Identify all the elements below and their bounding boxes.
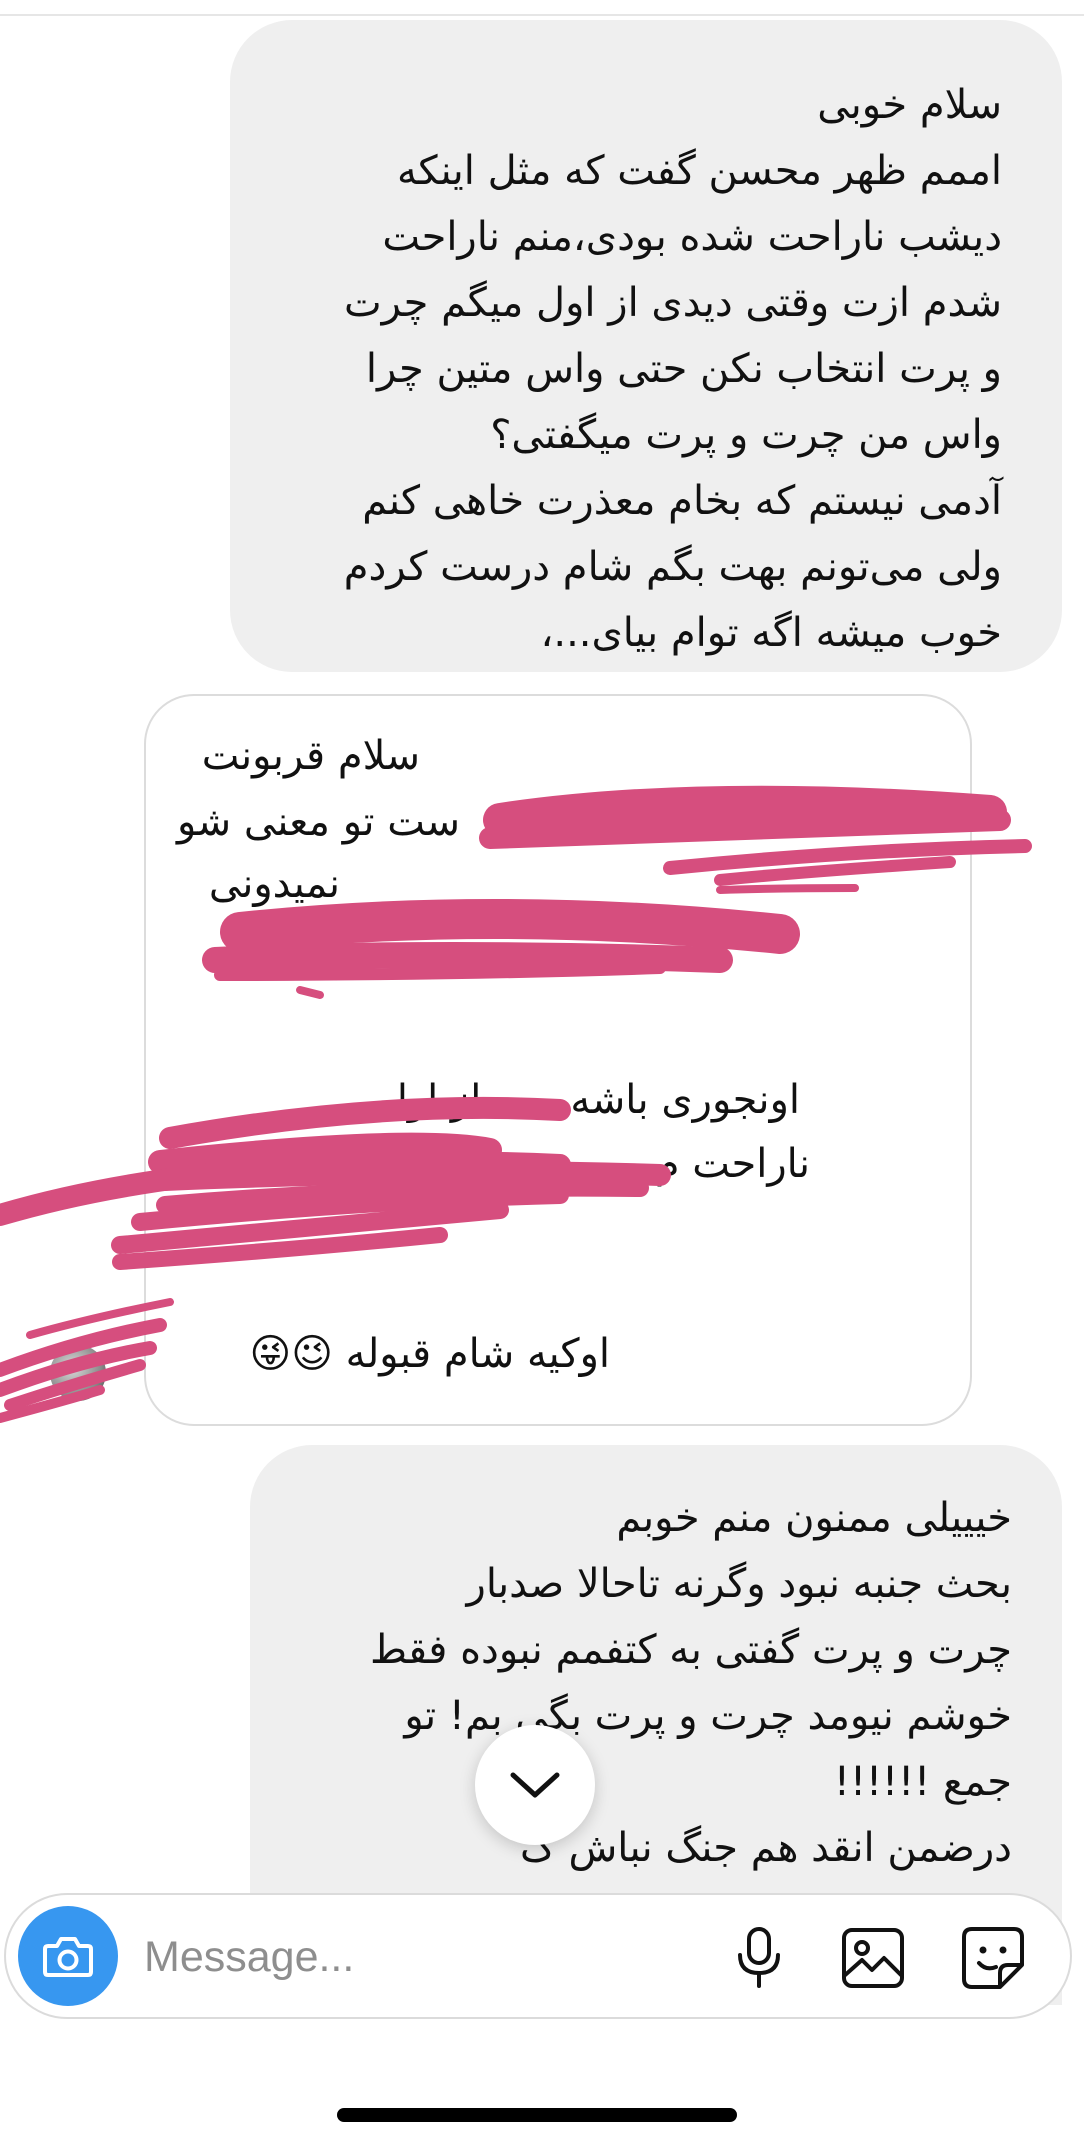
message-line: نمیدونی (208, 861, 340, 907)
message-line: سلام خوبی (817, 82, 1002, 128)
message-line: لوه (286, 925, 340, 971)
message-line: شدم ازت وقتی دیدی از اول میگم چرت (343, 280, 1002, 326)
message-line: ست تو معنی شو (176, 799, 460, 845)
message-line: واس من چرت و پرت میگفتی؟ (490, 412, 1002, 458)
top-divider (0, 14, 1084, 16)
camera-button[interactable] (18, 1906, 118, 2006)
gallery-icon (842, 1928, 904, 1988)
message-3-text: خیییلی ممنون منم خوبم بحث جنبه نبود وگرن… (272, 1485, 1012, 1881)
message-line: اونجوری باشه ..... از اول (378, 1077, 800, 1123)
message-line: ناراحت م... (616, 1141, 810, 1187)
message-bubble-received-1[interactable]: سلام قربونت ست تو معنی شو نمیدونی لوه او… (144, 694, 972, 1426)
message-line: درضمن انقد هم جنگ نباش ک (519, 1825, 1012, 1871)
message-line: بحث جنبه نبود وگرنه تاحالا صدبار (466, 1561, 1012, 1607)
message-line: آدمی نیستم که بخام معذرت خاهی کنم (362, 478, 1002, 524)
message-line: خیییلی ممنون منم خوبم (616, 1495, 1012, 1541)
message-text: اوکیه شام قبوله (345, 1331, 610, 1377)
message-1-text: سلام خوبی اممم ظهر محسن گفت که مثل اینکه… (282, 72, 1002, 666)
message-line: و پرت انتخاب نکن حتی واس متین چرا (365, 346, 1002, 392)
sticker-icon (962, 1927, 1024, 1989)
message-input[interactable] (142, 1923, 706, 1991)
home-indicator[interactable] (337, 2108, 737, 2122)
chevron-down-icon (510, 1772, 560, 1798)
message-line: سلام قربونت (201, 733, 420, 779)
microphone-button[interactable] (724, 1923, 794, 1993)
emoji-group: 😉😜 (249, 1331, 333, 1377)
message-bubble-sent-1[interactable]: سلام خوبی اممم ظهر محسن گفت که مثل اینکه… (230, 20, 1062, 672)
microphone-icon (738, 1927, 780, 1988)
message-line: خوشم نیومد چرت و پرت بگی بم! تو (404, 1693, 1012, 1739)
message-line: جمع !!!!!! (833, 1759, 1012, 1805)
message-line: اممم ظهر محسن گفت که مثل اینکه (397, 148, 1002, 194)
avatar[interactable] (50, 1345, 106, 1401)
message-line: دیشب ناراحت شده بودی،منم ناراحت (382, 214, 1002, 260)
scroll-to-bottom-button[interactable] (475, 1725, 595, 1845)
message-line: ولی می‌تونم بهت بگم شام درست کردم (343, 544, 1002, 590)
message-last-line: اوکیه شام قبوله 😉😜 (250, 1330, 611, 1378)
message-line: چرت و پرت گفتی به کتفمم نبوده فقط (370, 1627, 1012, 1673)
gallery-button[interactable] (838, 1923, 908, 1993)
camera-icon (43, 1937, 93, 1977)
sticker-button[interactable] (958, 1923, 1028, 1993)
message-line: خوب میشه اگه توام بیای...، (540, 610, 1002, 656)
message-composer (4, 1893, 1072, 2019)
